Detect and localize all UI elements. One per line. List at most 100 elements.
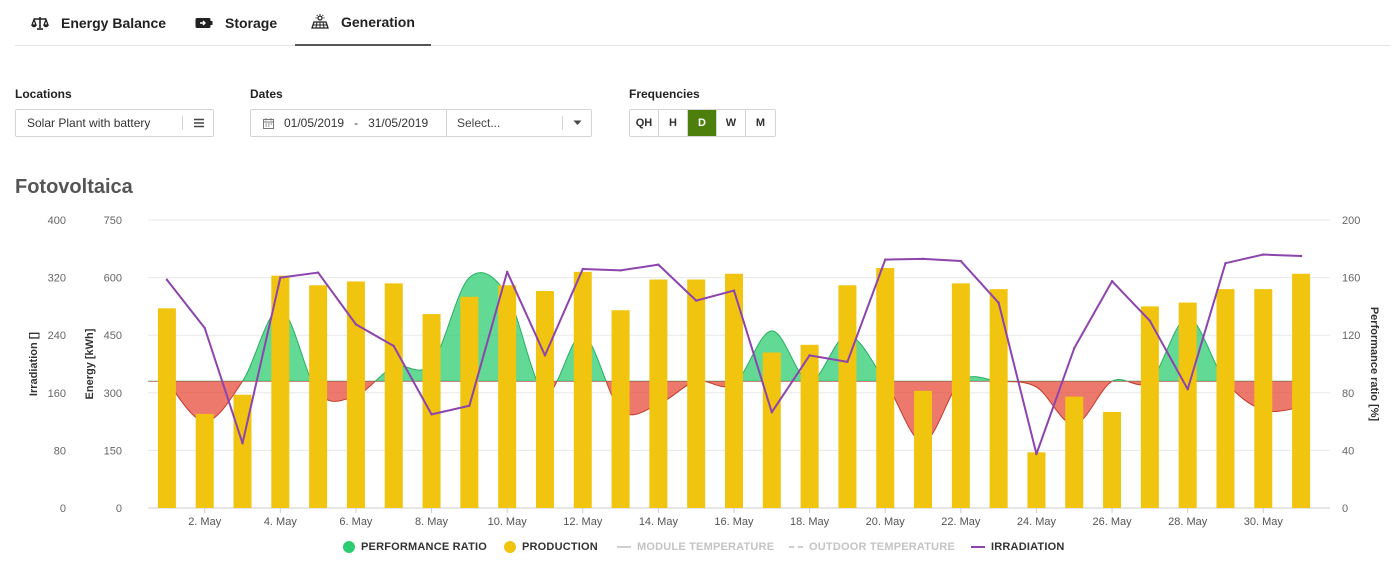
legend-production[interactable]: PRODUCTION: [504, 541, 598, 553]
production-bar: [309, 285, 328, 508]
performance-ratio-tick-label: 40: [1342, 445, 1354, 457]
production-bar: [611, 310, 630, 508]
performance-ratio-tick-label: 0: [1342, 503, 1348, 515]
x-tick-label: 8. May: [415, 516, 449, 528]
irradiation-point: [241, 442, 244, 445]
irradiation-point: [694, 299, 698, 302]
production-bar: [1140, 306, 1159, 508]
x-tick-label: 2. May: [188, 516, 222, 528]
energy-tick-label: 0: [116, 503, 122, 515]
irradiation-point: [1299, 254, 1303, 258]
irradiation-point: [354, 323, 358, 326]
x-tick-label: 12. May: [563, 516, 603, 528]
x-tick-label: 22. May: [941, 516, 981, 528]
energy-tick-label: 150: [104, 445, 122, 457]
production-bar: [1254, 289, 1273, 508]
irradiation-tick-label: 0: [60, 503, 66, 515]
legend-performance-ratio-marker: [343, 541, 355, 553]
production-bar: [498, 285, 517, 508]
energy-tick-label: 450: [104, 330, 122, 342]
x-tick-label: 4. May: [264, 516, 298, 528]
irradiation-tick-label: 160: [48, 388, 66, 400]
irradiation-point: [846, 360, 849, 364]
legend-label: OUTDOOR TEMPERATURE: [809, 541, 955, 553]
generation-chart: 0 80 160 240 320 400 0 150 300 450 600 750 0 40 80 120 1…: [28, 215, 1380, 528]
irradiation-point: [581, 267, 584, 271]
irradiation-point: [468, 404, 471, 407]
legend-production-marker: [504, 541, 516, 553]
irradiation-point: [997, 301, 1000, 304]
performance-ratio-tick-label: 80: [1342, 388, 1354, 400]
production-bar: [762, 352, 781, 508]
irradiation-point: [1148, 319, 1152, 322]
performance-ratio-tick-label: 160: [1342, 273, 1360, 285]
legend-outdoor-temperature-marker: [789, 546, 803, 548]
irradiation-point: [1110, 280, 1114, 283]
production-bar: [573, 271, 592, 508]
irradiation-tick-label: 320: [48, 273, 66, 285]
production-bar: [1103, 412, 1122, 508]
production-bar: [1292, 273, 1311, 508]
production-bar: [1216, 289, 1235, 508]
irradiation-point: [1186, 388, 1189, 391]
energy-tick-label: 600: [104, 273, 122, 285]
x-tick-label: 24. May: [1017, 516, 1057, 528]
production-bar: [876, 268, 895, 508]
irradiation-point: [808, 354, 811, 357]
legend-module-temperature[interactable]: MODULE TEMPERATURE: [617, 541, 774, 553]
legend-irradiation-marker: [971, 546, 985, 548]
legend-label: PERFORMANCE RATIO: [361, 541, 488, 553]
legend-outdoor-temperature[interactable]: OUTDOOR TEMPERATURE: [789, 541, 955, 553]
irradiation-point: [619, 269, 622, 272]
production-bar: [157, 308, 176, 508]
irradiation-point: [279, 276, 282, 279]
irradiation-point: [921, 257, 925, 261]
production-bar: [1178, 302, 1197, 508]
x-tick-label: 20. May: [866, 516, 906, 528]
performance-ratio-tick-label: 120: [1342, 330, 1360, 342]
legend-label: IRRADIATION: [991, 541, 1065, 553]
production-bar: [800, 344, 819, 508]
irradiation-point: [203, 326, 206, 330]
legend-label: PRODUCTION: [522, 541, 598, 553]
production-bar: [914, 390, 933, 508]
legend-performance-ratio[interactable]: PERFORMANCE RATIO: [343, 541, 487, 553]
production-bar: [1027, 452, 1046, 508]
production-bar: [271, 275, 290, 508]
x-tick-label: 6. May: [339, 516, 373, 528]
irradiation-tick-label: 400: [48, 215, 66, 227]
performance-ratio-tick-label: 200: [1342, 215, 1360, 227]
x-tick-label: 28. May: [1168, 516, 1208, 528]
chart-legend: PERFORMANCE RATIO PRODUCTION MODULE TEMP…: [0, 541, 1400, 559]
x-tick-label: 16. May: [714, 516, 754, 528]
legend-irradiation[interactable]: IRRADIATION: [971, 541, 1065, 553]
legend-label: MODULE TEMPERATURE: [637, 541, 775, 553]
production-bar: [687, 279, 706, 508]
x-tick-label: 18. May: [790, 516, 830, 528]
production-bar: [384, 283, 403, 508]
production-bar: [838, 285, 857, 508]
irradiation-point: [505, 270, 509, 274]
x-tick-label: 30. May: [1244, 516, 1284, 528]
irradiation-point: [1073, 346, 1076, 350]
irradiation-point: [770, 411, 774, 414]
energy-tick-label: 300: [104, 388, 122, 400]
irradiation-point: [1035, 452, 1038, 456]
irradiation-point: [165, 278, 169, 281]
irradiation-point: [732, 289, 736, 292]
production-bar: [1065, 396, 1084, 508]
production-bar: [195, 413, 214, 508]
irradiation-point: [884, 258, 887, 261]
performance-ratio-axis-title: Performance ratio [%]: [1368, 307, 1380, 422]
irradiation-point: [1224, 262, 1227, 265]
production-bar: [422, 314, 441, 508]
energy-tick-label: 750: [104, 215, 122, 227]
irradiation-point: [392, 344, 395, 348]
x-tick-label: 10. May: [488, 516, 528, 528]
irradiation-point: [316, 271, 320, 274]
production-bar: [649, 279, 668, 508]
irradiation-point: [1262, 253, 1265, 256]
x-tick-label: 14. May: [639, 516, 679, 528]
irradiation-tick-label: 240: [48, 330, 66, 342]
irradiation-point: [657, 263, 660, 266]
